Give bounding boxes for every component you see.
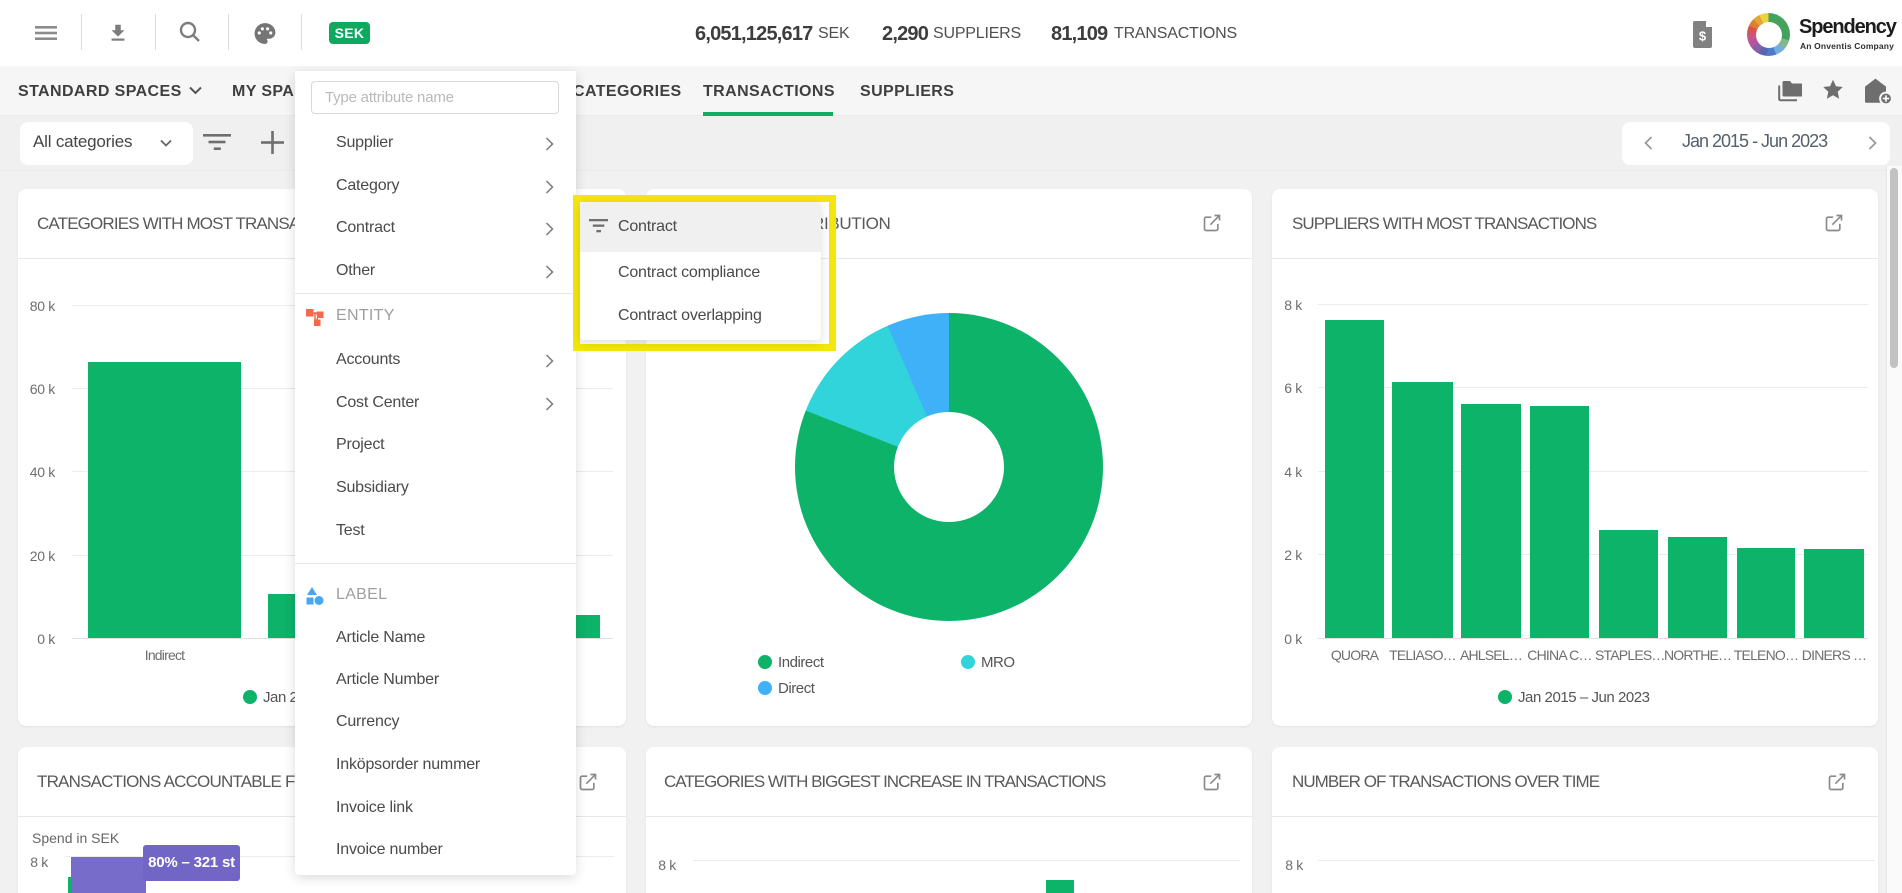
- svg-text:$: $: [1699, 29, 1707, 44]
